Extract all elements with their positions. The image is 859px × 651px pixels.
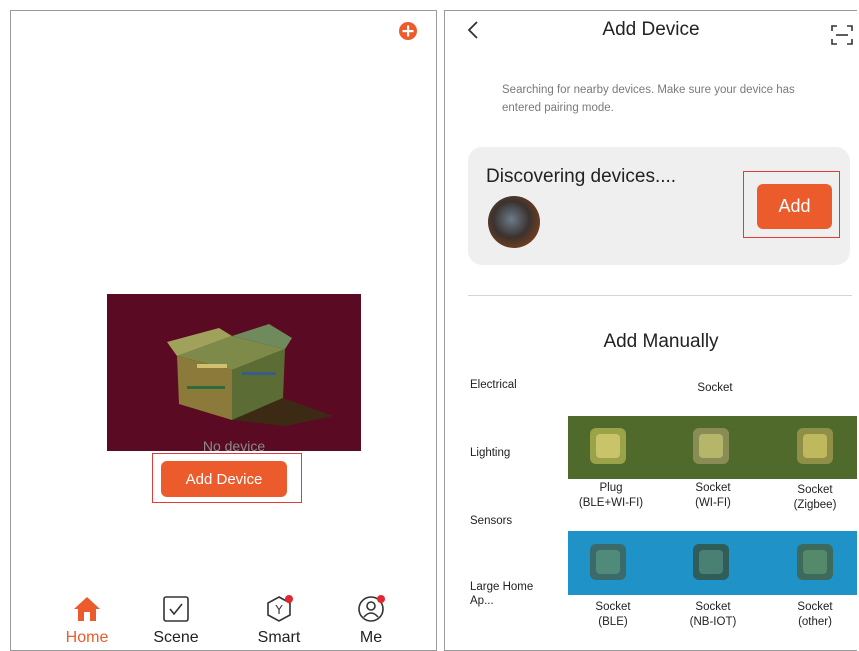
device-label[interactable]: Socket (WI-FI) bbox=[665, 481, 761, 511]
device-name: Plug bbox=[599, 482, 623, 494]
tab-home[interactable]: Home bbox=[52, 594, 122, 647]
device-protocol: (NB-IOT) bbox=[689, 616, 737, 628]
add-button[interactable]: Add bbox=[757, 184, 832, 229]
device-name: Socket bbox=[595, 601, 631, 613]
device-protocol: (other) bbox=[798, 616, 832, 628]
device-protocol: (WI-FI) bbox=[695, 497, 731, 509]
socket-device-icon[interactable] bbox=[590, 544, 626, 580]
discovering-title: Discovering devices.... bbox=[486, 166, 677, 187]
add-device-button[interactable]: Add Device bbox=[161, 461, 287, 497]
device-name: Socket bbox=[695, 482, 731, 494]
add-device-screen: Add Device Searching for nearby devices.… bbox=[444, 10, 857, 651]
notification-badge-icon bbox=[285, 595, 293, 603]
plug-device-icon[interactable] bbox=[590, 428, 626, 464]
open-box-icon bbox=[167, 324, 333, 426]
device-label[interactable]: Socket (Zigbee) bbox=[767, 483, 857, 513]
scan-icon[interactable] bbox=[830, 23, 854, 47]
device-name: Socket bbox=[797, 601, 833, 613]
category-electrical[interactable]: Electrical bbox=[470, 378, 517, 392]
category-sensors[interactable]: Sensors bbox=[470, 514, 512, 528]
tab-scene[interactable]: Scene bbox=[141, 594, 211, 647]
smart-shield-icon: Y bbox=[267, 595, 293, 622]
page-title: Add Device bbox=[602, 19, 700, 40]
socket-device-icon[interactable] bbox=[693, 544, 729, 580]
empty-box-illustration bbox=[107, 294, 361, 451]
profile-icon bbox=[358, 595, 385, 622]
discovering-device-icon bbox=[488, 196, 540, 248]
tab-me[interactable]: Me bbox=[336, 594, 406, 647]
scene-checkbox-icon bbox=[163, 596, 189, 622]
device-protocol: (BLE+WI-FI) bbox=[578, 497, 644, 509]
device-protocol: (BLE) bbox=[598, 616, 628, 628]
add-circle-icon[interactable] bbox=[398, 21, 418, 41]
tab-smart-label: Smart bbox=[257, 629, 301, 646]
socket-device-icon[interactable] bbox=[693, 428, 729, 464]
socket-device-icon[interactable] bbox=[797, 544, 833, 580]
svg-text:Y: Y bbox=[274, 603, 283, 617]
category-lighting[interactable]: Lighting bbox=[470, 446, 510, 460]
device-protocol: (Zigbee) bbox=[793, 499, 837, 511]
device-label[interactable]: Socket (NB-IOT) bbox=[665, 600, 761, 630]
notification-badge-icon bbox=[377, 595, 385, 603]
section-divider bbox=[468, 295, 852, 296]
tab-scene-label: Scene bbox=[153, 629, 199, 646]
tab-home-label: Home bbox=[65, 629, 109, 646]
device-label[interactable]: Plug (BLE+WI-FI) bbox=[563, 481, 659, 511]
back-chevron-icon[interactable] bbox=[463, 19, 483, 41]
home-icon bbox=[74, 597, 100, 621]
device-name: Socket bbox=[695, 601, 731, 613]
search-hint-text: Searching for nearby devices. Make sure … bbox=[502, 84, 795, 114]
tab-smart[interactable]: Y Smart bbox=[244, 594, 314, 647]
add-manually-title: Add Manually bbox=[603, 331, 719, 352]
home-screen: No device Add Device Home Scene Y Smart bbox=[10, 10, 437, 651]
category-large-home-appliances[interactable]: Large Home Ap... bbox=[470, 580, 540, 608]
tab-me-label: Me bbox=[359, 629, 383, 646]
device-label[interactable]: Socket (BLE) bbox=[565, 600, 661, 630]
no-device-text: No device bbox=[202, 438, 266, 454]
socket-section-heading: Socket bbox=[697, 382, 733, 394]
socket-device-icon[interactable] bbox=[797, 428, 833, 464]
device-label[interactable]: Socket (other) bbox=[767, 600, 857, 630]
device-name: Socket bbox=[797, 484, 833, 496]
